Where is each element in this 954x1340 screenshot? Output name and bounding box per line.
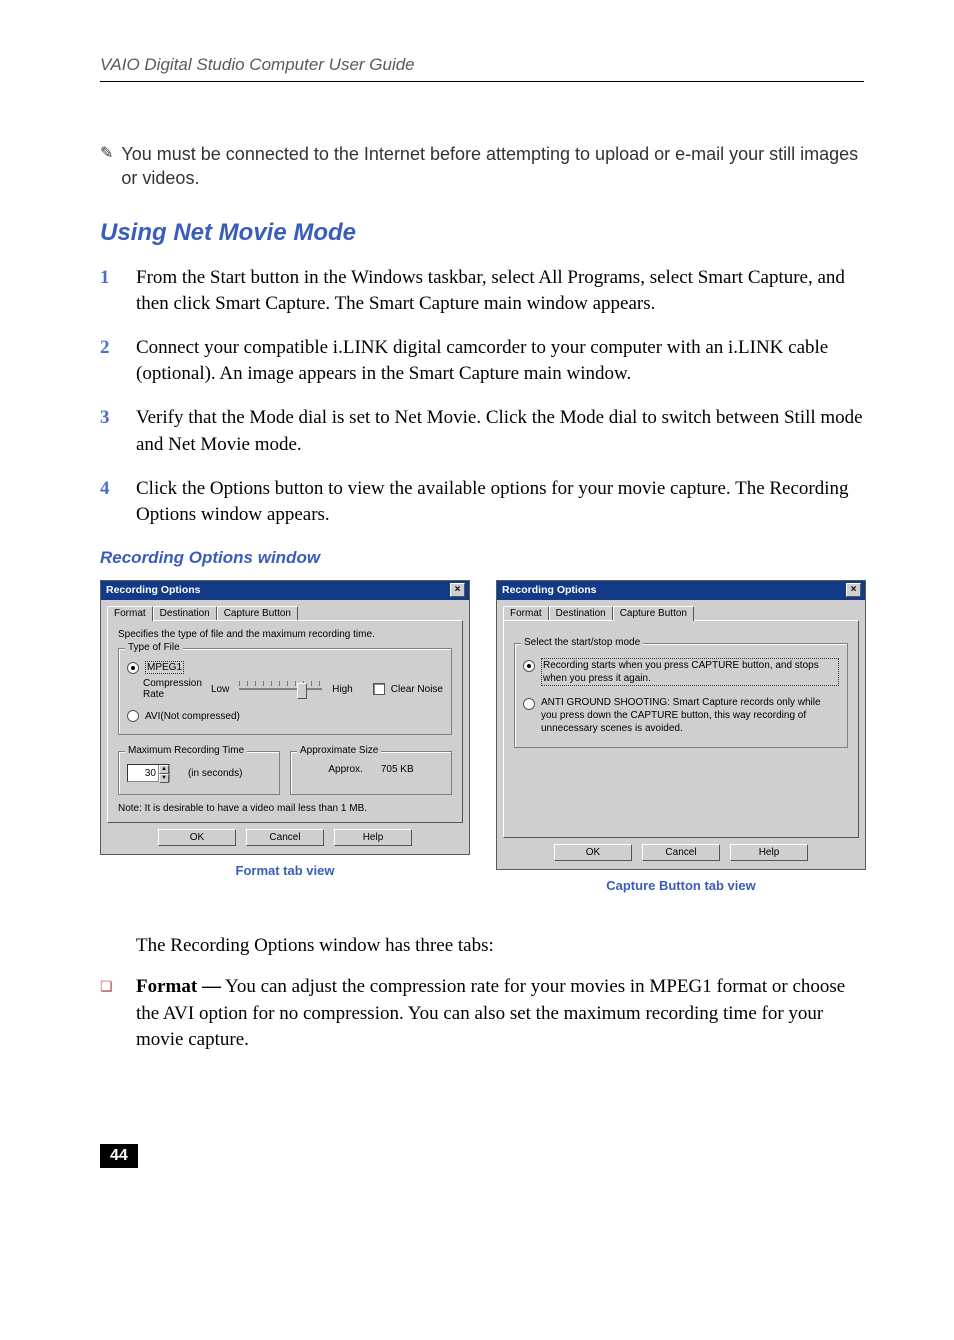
label-mpeg1: MPEG1: [145, 661, 184, 674]
radio-anti-ground[interactable]: [523, 698, 535, 710]
label-approx: Approx.: [328, 764, 362, 775]
running-head: VAIO Digital Studio Computer User Guide: [100, 55, 864, 75]
format-note: Note: It is desirable to have a video ma…: [118, 803, 452, 814]
recording-options-window-format: Recording Options × Format Destination C…: [100, 580, 470, 855]
spinner-down-icon[interactable]: ▼: [159, 774, 169, 783]
recording-options-window-capture: Recording Options × Format Destination C…: [496, 580, 866, 870]
label-anti-ground: ANTI GROUND SHOOTING: Smart Capture reco…: [541, 696, 839, 735]
tab-capture-button[interactable]: Capture Button: [217, 606, 298, 621]
cancel-button[interactable]: Cancel: [246, 829, 324, 846]
spinner-up-icon[interactable]: ▲: [159, 765, 169, 774]
group-approx-size: Approximate Size Approx. 705 KB: [290, 751, 452, 795]
cancel-button[interactable]: Cancel: [642, 844, 720, 861]
subcaption-left: Format tab view: [100, 863, 470, 878]
ok-button[interactable]: OK: [158, 829, 236, 846]
tab-destination[interactable]: Destination: [549, 606, 613, 621]
max-recording-input[interactable]: [128, 765, 158, 781]
help-button[interactable]: Help: [730, 844, 808, 861]
header-rule: [100, 81, 864, 82]
label-size-value: 705 KB: [381, 764, 414, 775]
body-paragraph: The Recording Options window has three t…: [136, 933, 864, 960]
group-type-of-file: Type of File MPEG1 Compression Rate Low …: [118, 648, 452, 735]
step-number: 4: [100, 476, 114, 528]
note-text: You must be connected to the Internet be…: [121, 142, 864, 191]
close-icon[interactable]: ×: [450, 583, 465, 597]
tab-destination[interactable]: Destination: [153, 606, 217, 621]
step-number: 2: [100, 335, 114, 387]
label-high: High: [332, 684, 353, 695]
group-title: Maximum Recording Time: [125, 745, 247, 756]
tab-format[interactable]: Format: [107, 606, 153, 621]
radio-avi[interactable]: [127, 710, 139, 722]
label-avi: AVI(Not compressed): [145, 711, 240, 722]
compression-slider[interactable]: [239, 688, 322, 690]
step-text: Click the Options button to view the ava…: [136, 476, 864, 528]
window-title: Recording Options: [502, 584, 597, 596]
group-title: Type of File: [125, 642, 183, 653]
label-compression-rate: Compression Rate: [143, 678, 205, 700]
checkbox-clear-noise[interactable]: [373, 683, 385, 695]
step-text: Verify that the Mode dial is set to Net …: [136, 405, 864, 457]
ok-button[interactable]: OK: [554, 844, 632, 861]
label-press-toggle: Recording starts when you press CAPTURE …: [541, 658, 839, 686]
tab-format[interactable]: Format: [503, 606, 549, 621]
group-title: Select the start/stop mode: [521, 637, 643, 648]
format-prompt: Specifies the type of file and the maxim…: [118, 629, 452, 640]
section-heading: Using Net Movie Mode: [100, 219, 864, 247]
step-number: 3: [100, 405, 114, 457]
titlebar[interactable]: Recording Options ×: [101, 581, 469, 600]
group-start-stop-mode: Select the start/stop mode Recording sta…: [514, 643, 848, 748]
note-block: ✎ You must be connected to the Internet …: [100, 142, 864, 191]
close-icon[interactable]: ×: [846, 583, 861, 597]
help-button[interactable]: Help: [334, 829, 412, 846]
label-low: Low: [211, 684, 229, 695]
tab-capture-button[interactable]: Capture Button: [613, 606, 694, 621]
bullet-icon: ❏: [100, 978, 116, 1054]
label-seconds: (in seconds): [188, 768, 242, 779]
tab-row: Format Destination Capture Button: [503, 604, 859, 621]
group-max-recording: Maximum Recording Time ▲▼ (in seconds): [118, 751, 280, 795]
window-title: Recording Options: [106, 584, 201, 596]
step-text: From the Start button in the Windows tas…: [136, 265, 864, 317]
subcaption-right: Capture Button tab view: [496, 878, 866, 893]
figure-caption: Recording Options window: [100, 548, 864, 568]
bullet-list: ❏ Format — You can adjust the compressio…: [100, 974, 864, 1054]
slider-thumb[interactable]: [297, 683, 307, 699]
titlebar[interactable]: Recording Options ×: [497, 581, 865, 600]
step-number: 1: [100, 265, 114, 317]
group-title: Approximate Size: [297, 745, 381, 756]
bullet-text: Format — You can adjust the compression …: [136, 974, 864, 1054]
steps-list: 1 From the Start button in the Windows ta…: [100, 265, 864, 529]
step-text: Connect your compatible i.LINK digital c…: [136, 335, 864, 387]
label-clear-noise: Clear Noise: [391, 684, 443, 695]
max-recording-spinner[interactable]: ▲▼: [127, 764, 170, 782]
radio-press-toggle[interactable]: [523, 660, 535, 672]
tab-row: Format Destination Capture Button: [107, 604, 463, 621]
page-number: 44: [100, 1144, 138, 1168]
pencil-icon: ✎: [100, 144, 113, 164]
radio-mpeg1[interactable]: [127, 662, 139, 674]
